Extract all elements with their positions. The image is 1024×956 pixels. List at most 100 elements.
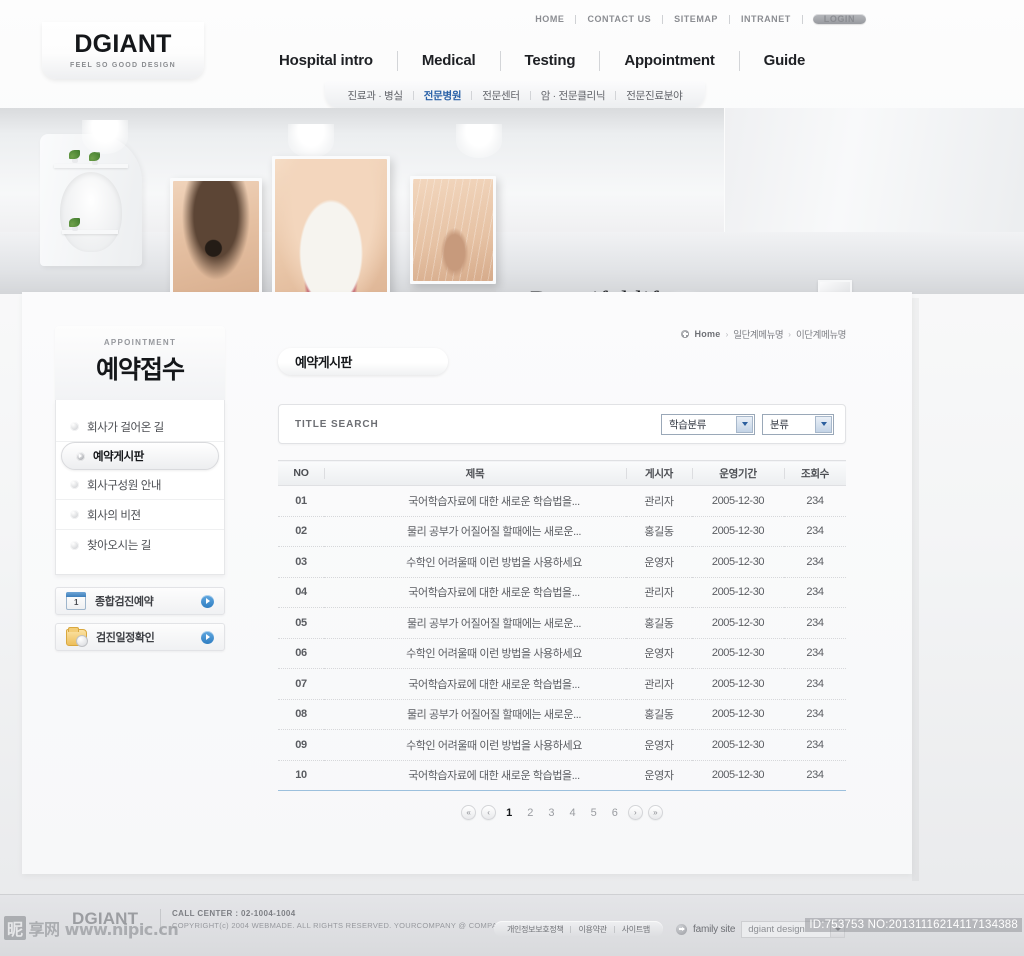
utility-link-home[interactable]: HOME <box>524 14 575 24</box>
cell-hits: 234 <box>784 607 846 639</box>
sidebar-item-vision[interactable]: 회사의 비젼 <box>56 500 224 530</box>
site-logo[interactable]: DGIANT FEEL SO GOOD DESIGN <box>42 22 204 79</box>
cell-writer: 운영자 <box>626 638 692 669</box>
cell-no: 05 <box>278 607 324 639</box>
utility-link-intranet[interactable]: INTRANET <box>730 14 802 24</box>
bullet-icon <box>70 540 79 550</box>
utility-link-contact-us[interactable]: CONTACT US <box>576 14 662 24</box>
breadcrumb-level2[interactable]: 이단계메뉴명 <box>796 327 846 341</box>
nav-item-appointment[interactable]: Appointment <box>600 51 738 71</box>
cell-title[interactable]: 수학인 어려울때 이런 방법을 사용하세요 <box>324 729 626 761</box>
cell-title[interactable]: 물리 공부가 어질어질 할때에는 새로운... <box>324 607 626 639</box>
column-header-title: 제목 <box>324 460 626 486</box>
sidebar-item-label: 예약게시판 <box>93 451 144 463</box>
pagination-page-5[interactable]: 5 <box>586 807 602 819</box>
cell-title[interactable]: 국어학습자료에 대한 새로운 학습법을... <box>324 668 626 700</box>
pagination-page-2[interactable]: 2 <box>522 807 538 819</box>
cell-title[interactable]: 물리 공부가 어질어질 할때에는 새로운... <box>324 516 626 547</box>
logo-wordmark: DGIANT <box>74 30 172 58</box>
table-row[interactable]: 06 수학인 어려울때 이런 방법을 사용하세요 운영자 2005-12-30 … <box>278 638 846 669</box>
quick-link-label: 종합검진예약 <box>95 596 154 608</box>
chevron-down-icon <box>736 415 753 433</box>
table-row[interactable]: 07 국어학습자료에 대한 새로운 학습법을... 관리자 2005-12-30… <box>278 668 846 700</box>
pagination-page-6[interactable]: 6 <box>607 807 623 819</box>
cell-title[interactable]: 국어학습자료에 대한 새로운 학습법을... <box>324 577 626 608</box>
cell-date: 2005-12-30 <box>692 638 784 669</box>
category-select-1-value: 학습분류 <box>669 418 707 431</box>
footer-call-center: CALL CENTER : 02-1004-1004 <box>172 909 296 918</box>
quick-link-checkup-reservation[interactable]: 종합검진예약 <box>55 587 225 615</box>
table-row[interactable]: 04 국어학습자료에 대한 새로운 학습법을... 관리자 2005-12-30… <box>278 577 846 608</box>
cell-no: 04 <box>278 577 324 608</box>
breadcrumb-home[interactable]: Home <box>694 329 720 339</box>
table-row[interactable]: 08 물리 공부가 어질어질 할때에는 새로운... 홍길동 2005-12-3… <box>278 699 846 730</box>
eye-photo <box>173 181 259 294</box>
board-table: NO 제목 게시자 운영기간 조회수 01 국어학습자료에 대한 새로운 학습법… <box>278 460 846 791</box>
smile-photo <box>275 159 387 294</box>
footer-link-privacy[interactable]: 개인정보보호정책 <box>500 924 570 935</box>
quick-link-checkup-schedule[interactable]: 검진일정확인 <box>55 623 225 651</box>
cell-no: 03 <box>278 546 324 578</box>
pagination-page-4[interactable]: 4 <box>565 807 581 819</box>
chevron-down-icon <box>815 415 832 433</box>
footer-links: 개인정보보호정책 이용약관 사이트맵 <box>494 921 663 937</box>
subnav-item-specialty-hospital[interactable]: 전문병원 <box>414 88 471 103</box>
sidebar-item-label: 회사구성원 안내 <box>87 479 162 492</box>
nav-item-hospital-intro[interactable]: Hospital intro <box>255 51 397 71</box>
sidebar: APPOINTMENT 예약접수 회사가 걸어온 길 예약게시판 회사구성원 안… <box>55 326 225 651</box>
footer-copyright: COPYRIGHT(c) 2004 WEBMADE. ALL RIGHTS RE… <box>172 921 509 930</box>
bullet-icon <box>70 480 79 489</box>
sidebar-item-company-history[interactable]: 회사가 걸어온 길 <box>56 412 224 442</box>
cell-title[interactable]: 국어학습자료에 대한 새로운 학습법을... <box>324 760 626 791</box>
table-header-row: NO 제목 게시자 운영기간 조회수 <box>278 460 846 486</box>
subnav-item-specialty-center[interactable]: 전문센터 <box>472 88 529 103</box>
sidebar-item-directions[interactable]: 찾아오시는 길 <box>56 530 224 560</box>
sidebar-item-members[interactable]: 회사구성원 안내 <box>56 470 224 500</box>
pagination-last[interactable]: » <box>647 805 663 820</box>
cell-title[interactable]: 국어학습자료에 대한 새로운 학습법을... <box>324 485 626 517</box>
cell-title[interactable]: 수학인 어려울때 이런 방법을 사용하세요 <box>324 546 626 578</box>
utility-link-sitemap[interactable]: SITEMAP <box>663 14 729 24</box>
footer-link-sitemap[interactable]: 사이트맵 <box>615 924 657 935</box>
cell-title[interactable]: 물리 공부가 어질어질 할때에는 새로운... <box>324 699 626 730</box>
cell-date: 2005-12-30 <box>692 607 784 639</box>
subnav-item-departments[interactable]: 진료과 · 병실 <box>338 88 413 103</box>
subnav-item-cancer-clinic[interactable]: 암 · 전문클리닉 <box>531 88 616 103</box>
table-row[interactable]: 05 물리 공부가 어질어질 할때에는 새로운... 홍길동 2005-12-3… <box>278 607 846 639</box>
footer-link-terms[interactable]: 이용약관 <box>571 924 613 935</box>
cell-date: 2005-12-30 <box>692 485 784 517</box>
cell-date: 2005-12-30 <box>692 760 784 791</box>
cell-writer: 운영자 <box>626 760 692 791</box>
table-row[interactable]: 01 국어학습자료에 대한 새로운 학습법을... 관리자 2005-12-30… <box>278 485 846 517</box>
table-row[interactable]: 02 물리 공부가 어질어질 할때에는 새로운... 홍길동 2005-12-3… <box>278 516 846 547</box>
sidebar-header: APPOINTMENT 예약접수 <box>55 326 225 400</box>
table-row[interactable]: 10 국어학습자료에 대한 새로운 학습법을... 운영자 2005-12-30… <box>278 760 846 791</box>
table-row[interactable]: 03 수학인 어려울때 이런 방법을 사용하세요 운영자 2005-12-30 … <box>278 546 846 578</box>
pagination-page-1[interactable]: 1 <box>501 807 517 819</box>
category-select-1[interactable]: 학습분류 <box>661 413 755 435</box>
hero-banner: Beautiful life company wkch bheeoner, th… <box>0 108 1024 294</box>
sidebar-item-reservation-board[interactable]: 예약게시판 <box>61 442 219 470</box>
table-row[interactable]: 09 수학인 어려울때 이런 방법을 사용하세요 운영자 2005-12-30 … <box>278 729 846 761</box>
subnav-item-specialty-field[interactable]: 전문진료분야 <box>616 88 692 103</box>
hero-photo-nose <box>410 176 496 294</box>
sub-nav: 진료과 · 병실 전문병원 전문센터 암 · 전문클리닉 전문진료분야 <box>325 82 705 109</box>
pagination-prev[interactable]: ‹ <box>481 805 497 820</box>
nav-item-testing[interactable]: Testing <box>501 51 600 71</box>
nav-item-medical[interactable]: Medical <box>398 51 500 71</box>
cell-title[interactable]: 수학인 어려울때 이런 방법을 사용하세요 <box>324 638 626 669</box>
board-table-head: NO 제목 게시자 운영기간 조회수 <box>278 460 846 486</box>
search-filters: 학습분류 분류 <box>661 413 834 435</box>
cell-hits: 234 <box>784 729 846 761</box>
login-button[interactable]: LOGIN <box>812 14 866 24</box>
pagination-first[interactable]: « <box>461 805 477 820</box>
breadcrumb-level1[interactable]: 일단계메뉴명 <box>733 327 783 341</box>
ceiling-light <box>82 120 128 154</box>
main-content: Home › 일단계메뉴명 › 이단계메뉴명 예약게시판 TITLE SEARC… <box>278 326 846 820</box>
category-select-2[interactable]: 분류 <box>762 413 834 435</box>
pagination-page-3[interactable]: 3 <box>543 807 559 819</box>
quick-link-label: 검진일정확인 <box>96 632 155 644</box>
pagination-next[interactable]: › <box>627 805 643 820</box>
family-site-label: family site <box>693 924 736 935</box>
nav-item-guide[interactable]: Guide <box>740 51 830 71</box>
